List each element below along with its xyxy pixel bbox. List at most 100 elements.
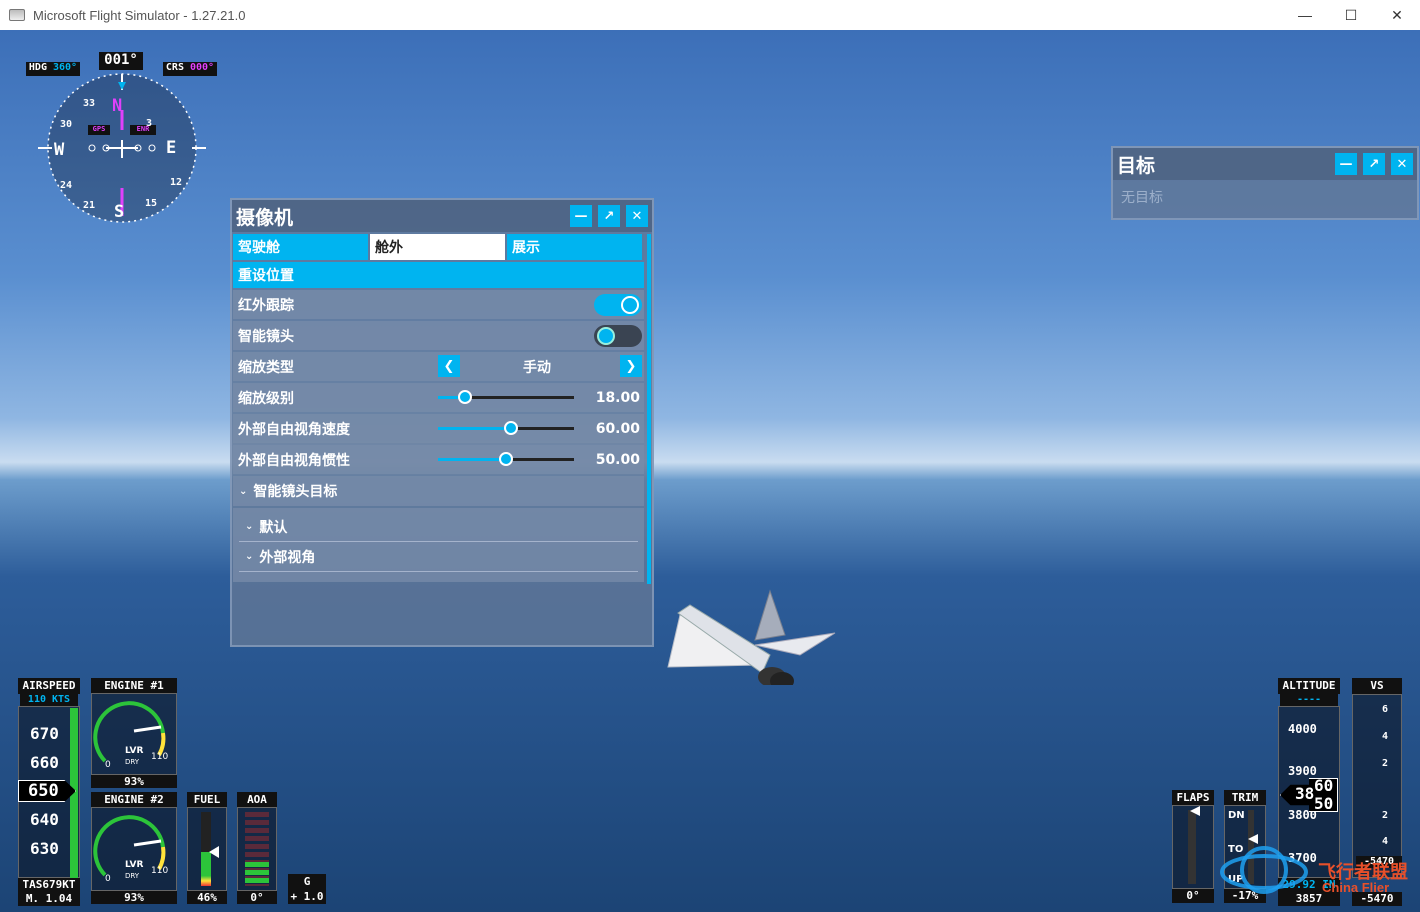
camera-tabs: 驾驶舱 舱外 展示: [233, 234, 644, 260]
free-speed-label: 外部自由视角速度: [238, 421, 350, 438]
vs-tick-6: 6: [1382, 704, 1389, 715]
default-item[interactable]: ⌄ 默认: [239, 512, 638, 542]
tab-cockpit[interactable]: 驾驶舱: [233, 234, 370, 260]
chevron-down-icon: ⌄: [239, 485, 248, 497]
popout-panel-button[interactable]: ↗: [598, 205, 620, 227]
vs-tick-neg2: 2: [1382, 810, 1389, 821]
free-inertia-value: 50.00: [595, 451, 640, 468]
close-panel-button[interactable]: ✕: [1391, 153, 1413, 175]
compass-12: 12: [170, 177, 183, 188]
smart-camera-toggle[interactable]: [594, 325, 642, 347]
camera-panel-header[interactable]: 摄像机 — ↗ ✕: [232, 200, 652, 232]
watermark-logo: [1220, 846, 1308, 894]
airspeed-label: AIRSPEED: [18, 678, 80, 694]
vs-tick-4: 4: [1382, 731, 1389, 742]
zoom-type-next-button[interactable]: ❯: [620, 355, 642, 377]
target-panel-header[interactable]: 目标 — ↗ ✕: [1113, 148, 1417, 180]
compass-24: 24: [60, 180, 73, 191]
window-title: Microsoft Flight Simulator - 1.27.21.0: [33, 7, 246, 23]
flaps-indicator: FLAPS 0°: [1172, 790, 1214, 904]
fuel-gauge: FUEL 46%: [187, 792, 227, 904]
enr-tag: ENR: [130, 125, 156, 135]
airspeed-tick-670: 670: [30, 724, 59, 743]
compass-30: 30: [60, 119, 73, 130]
true-airspeed: TAS679KT: [18, 878, 80, 892]
mach-number: M. 1.04: [18, 892, 80, 906]
reset-position-button[interactable]: 重设位置: [233, 262, 644, 288]
window-titlebar: Microsoft Flight Simulator - 1.27.21.0 —…: [0, 0, 1420, 30]
airspeed-tick-630: 630: [30, 839, 59, 858]
compass-rose: [38, 73, 206, 223]
engine-1-gauge: ENGINE #1 LVR DRY 0 110 93%: [91, 678, 177, 788]
altitude-tick-4000: 4000: [1288, 722, 1317, 736]
close-window-button[interactable]: ✕: [1374, 0, 1420, 30]
free-inertia-slider[interactable]: [438, 452, 574, 466]
zoom-level-row: 缩放级别 18.00: [233, 383, 644, 412]
free-inertia-row: 外部自由视角惯性 50.00: [233, 445, 644, 474]
simulator-viewport[interactable]: HDG 360° CRS 000° 001° GPS ENR N E S W 3…: [0, 30, 1420, 912]
trim-dn: DN: [1228, 810, 1245, 821]
fuel-label: FUEL: [187, 792, 227, 807]
altitude-current-hi: 38: [1295, 784, 1315, 803]
g-meter: G + 1.0: [288, 874, 326, 904]
smart-target-section[interactable]: ⌄ 智能镜头目标: [233, 476, 644, 506]
tab-external[interactable]: 舱外: [370, 234, 507, 260]
airspeed-indicator: AIRSPEED 110 KTS 670 660 640 630 650 TAS…: [18, 678, 80, 906]
panel-scrollbar[interactable]: [647, 234, 651, 584]
zoom-level-slider[interactable]: [438, 390, 574, 404]
ir-tracking-toggle[interactable]: [594, 294, 642, 316]
flaps-value: 0°: [1172, 889, 1214, 903]
altitude-selected: ----: [1280, 694, 1338, 706]
zoom-type-label: 缩放类型: [238, 359, 294, 376]
altitude-tick-3900: 3900: [1288, 764, 1317, 778]
minimize-button[interactable]: —: [1282, 0, 1328, 30]
chevron-down-icon: ⌄: [245, 551, 254, 562]
fuel-percent: 46%: [187, 891, 227, 904]
free-speed-value: 60.00: [595, 420, 640, 437]
external-view-item[interactable]: ⌄ 外部视角: [239, 542, 638, 572]
chevron-down-icon: ⌄: [245, 521, 254, 532]
aircraft: [667, 589, 836, 685]
engine-2-gauge: ENGINE #2 LVR DRY 0 110 93%: [91, 792, 177, 904]
airspeed-selected: 110 KTS: [20, 694, 78, 706]
trim-label: TRIM: [1224, 790, 1266, 805]
free-speed-slider[interactable]: [438, 421, 574, 435]
minimize-panel-button[interactable]: —: [1335, 153, 1357, 175]
aoa-label: AOA: [237, 792, 277, 807]
engine-2-dry: DRY: [125, 872, 140, 880]
compass-w: W: [54, 140, 65, 160]
engine-2-zero: 0: [105, 874, 111, 884]
engine-2-max: 110: [151, 866, 169, 876]
maximize-button[interactable]: ☐: [1328, 0, 1374, 30]
airspeed-current: 650: [28, 781, 59, 801]
zoom-level-value: 18.00: [595, 389, 640, 406]
ir-tracking-row: 红外跟踪: [233, 290, 644, 319]
engine-1-zero: 0: [105, 760, 111, 770]
airspeed-tick-660: 660: [30, 753, 59, 772]
aoa-gauge: AOA 0°: [237, 792, 277, 904]
flaps-label: FLAPS: [1172, 790, 1214, 805]
engine-2-percent: 93%: [91, 891, 177, 904]
g-value: + 1.0: [288, 889, 326, 904]
zoom-type-prev-button[interactable]: ❮: [438, 355, 460, 377]
tab-showcase[interactable]: 展示: [507, 234, 644, 260]
minimize-panel-button[interactable]: —: [570, 205, 592, 227]
altitude-label: ALTITUDE: [1278, 678, 1340, 694]
gps-tag: GPS: [88, 125, 110, 135]
compass-3: 3: [146, 118, 153, 129]
ir-tracking-label: 红外跟踪: [238, 297, 294, 314]
hsi-compass: HDG 360° CRS 000° 001° GPS ENR N E S W 3…: [26, 50, 221, 225]
smart-camera-label: 智能镜头: [238, 328, 294, 345]
engine-1-max: 110: [151, 752, 169, 762]
altitude-current-lo1: 60: [1314, 776, 1334, 795]
altitude-current-lo2: 50: [1314, 794, 1334, 813]
close-panel-button[interactable]: ✕: [626, 205, 648, 227]
engine-1-label: ENGINE #1: [91, 678, 177, 693]
compass-s: S: [114, 202, 125, 222]
compass-21: 21: [83, 200, 96, 211]
vs-tick-2: 2: [1382, 758, 1389, 769]
default-label: 默认: [259, 519, 288, 536]
compass-33: 33: [83, 98, 96, 109]
popout-panel-button[interactable]: ↗: [1363, 153, 1385, 175]
target-list: ⌄ 默认 ⌄ 外部视角: [233, 508, 644, 582]
